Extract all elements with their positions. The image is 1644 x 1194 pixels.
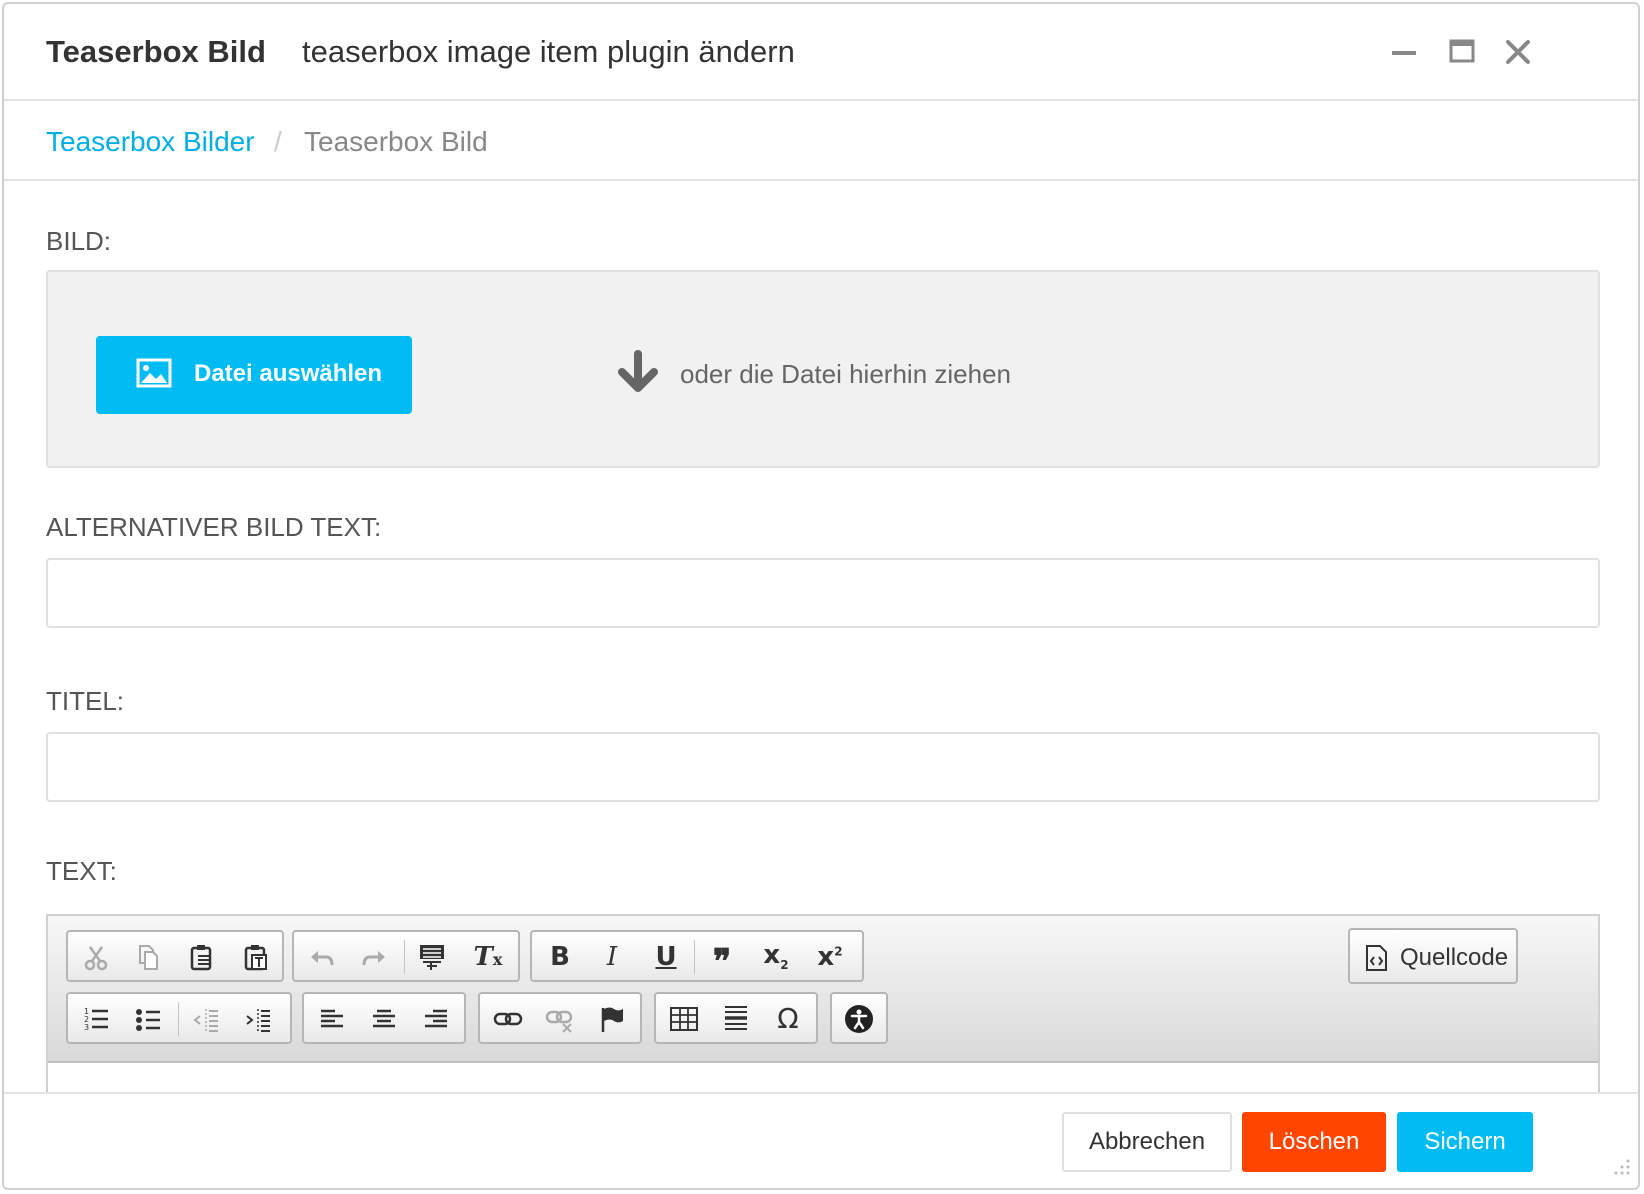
breadcrumb: Teaserbox Bilder / Teaserbox Bild <box>4 99 1638 181</box>
bold-icon[interactable]: B <box>540 938 580 976</box>
bulleted-list-icon[interactable] <box>128 1000 168 1038</box>
italic-icon[interactable]: I <box>592 938 632 976</box>
copy-icon[interactable] <box>128 938 168 976</box>
toolbar-separator <box>178 1002 179 1036</box>
source-code-icon <box>1364 944 1390 977</box>
delete-button[interactable]: Löschen <box>1242 1112 1386 1172</box>
special-char-icon[interactable]: Ω <box>768 1000 808 1038</box>
paste-icon[interactable] <box>182 938 222 976</box>
align-center-icon[interactable] <box>364 1000 404 1038</box>
title-field[interactable] <box>46 732 1600 802</box>
image-label: BILD: <box>46 226 112 256</box>
paste-word-icon[interactable] <box>412 938 452 976</box>
dialog-window: Teaserbox Bild teaserbox image item plug… <box>2 2 1640 1190</box>
toolbar-separator <box>694 940 695 974</box>
undo-icon[interactable] <box>302 938 342 976</box>
dialog-title: Teaserbox Bild <box>46 34 266 69</box>
cut-icon[interactable] <box>76 938 116 976</box>
text-label: TEXT: <box>46 856 117 886</box>
numbered-list-icon[interactable]: 123 <box>76 1000 116 1038</box>
editor-toolbar: Tx B I U ❞ x2 x2 Quellcode 1 2 3 Ω <box>48 916 1598 1063</box>
title-input[interactable] <box>48 734 1598 800</box>
outdent-icon[interactable] <box>186 1000 226 1038</box>
close-icon[interactable] <box>1498 32 1538 72</box>
blockquote-icon[interactable]: ❞ <box>702 938 742 979</box>
title-label: TITEL: <box>46 686 125 716</box>
source-code-label: Quellcode <box>1400 944 1509 971</box>
superscript-icon[interactable]: x2 <box>810 938 850 976</box>
breadcrumb-separator: / <box>274 126 282 157</box>
link-group <box>478 992 642 1044</box>
dialog-footer: Abbrechen Löschen Sichern <box>4 1092 1638 1188</box>
toolbar-separator <box>404 940 405 974</box>
insert-group: Ω <box>654 992 818 1044</box>
svg-text:3: 3 <box>84 1023 89 1032</box>
drop-hint: oder die Datei hierhin ziehen <box>680 359 1011 389</box>
alignment-group <box>302 992 466 1044</box>
accessibility-group <box>830 992 888 1044</box>
resize-grip-icon[interactable] <box>1612 1157 1632 1182</box>
minimize-icon[interactable] <box>1384 32 1424 72</box>
accessibility-icon[interactable] <box>839 1000 879 1038</box>
indent-icon[interactable] <box>238 1000 278 1038</box>
horizontal-line-icon[interactable] <box>716 1000 756 1038</box>
clipboard-group <box>66 930 284 982</box>
alt-text-field[interactable] <box>46 558 1600 628</box>
align-right-icon[interactable] <box>416 1000 456 1038</box>
source-code-button[interactable]: Quellcode <box>1348 928 1518 984</box>
rich-text-editor[interactable]: Tx B I U ❞ x2 x2 Quellcode 1 2 3 Ω <box>46 914 1600 1114</box>
subscript-icon[interactable]: x2 <box>756 938 796 976</box>
history-group: Tx <box>292 930 520 982</box>
list-group: 123 <box>66 992 292 1044</box>
choose-file-button[interactable]: Datei auswählen <box>96 336 412 414</box>
arrow-down-icon <box>616 350 660 399</box>
underline-icon[interactable]: U <box>646 938 686 976</box>
title-bar: Teaserbox Bild teaserbox image item plug… <box>4 4 1638 101</box>
cancel-button[interactable]: Abbrechen <box>1062 1112 1232 1172</box>
table-icon[interactable] <box>664 1000 704 1038</box>
alt-text-label: ALTERNATIVER BILD TEXT: <box>46 512 382 542</box>
breadcrumb-parent-link[interactable]: Teaserbox Bilder <box>46 126 255 158</box>
paste-text-icon[interactable] <box>236 938 276 976</box>
choose-file-label: Datei auswählen <box>194 360 383 387</box>
anchor-flag-icon[interactable] <box>592 1000 632 1038</box>
remove-format-icon[interactable]: Tx <box>468 938 508 976</box>
link-icon[interactable] <box>488 1000 528 1038</box>
breadcrumb-current: Teaserbox Bild <box>304 126 488 157</box>
text-style-group: B I U ❞ x2 x2 <box>530 930 864 982</box>
save-button[interactable]: Sichern <box>1397 1112 1533 1172</box>
file-dropzone[interactable]: Datei auswählen oder die Datei hierhin z… <box>46 270 1600 468</box>
unlink-icon[interactable] <box>540 1000 580 1038</box>
dialog-subtitle: teaserbox image item plugin ändern <box>302 34 795 69</box>
image-icon <box>136 358 172 395</box>
maximize-icon[interactable] <box>1442 32 1482 72</box>
alt-text-input[interactable] <box>48 560 1598 626</box>
redo-icon[interactable] <box>354 938 394 976</box>
align-left-icon[interactable] <box>312 1000 352 1038</box>
